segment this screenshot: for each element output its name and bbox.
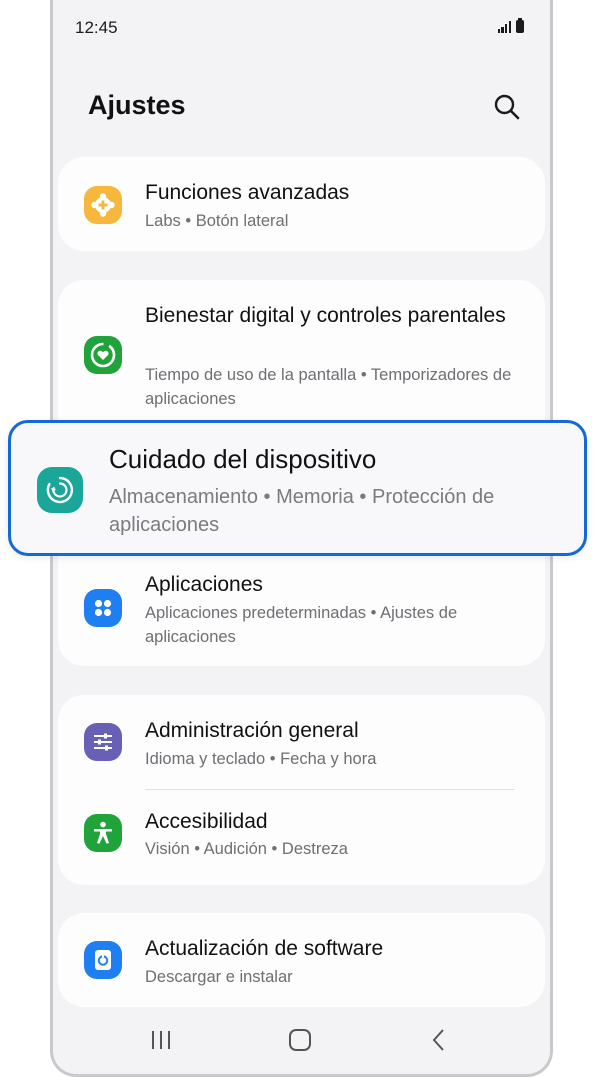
item-subtitle: Aplicaciones predeterminadas • Ajustes d… bbox=[145, 604, 458, 646]
accessibility-icon bbox=[84, 814, 122, 852]
item-title: Aplicaciones bbox=[145, 573, 263, 596]
item-subtitle: Visión • Audición • Destreza bbox=[145, 840, 348, 858]
home-icon bbox=[289, 1029, 311, 1051]
item-subtitle: Descargar e instalar bbox=[145, 968, 293, 986]
item-title: Bienestar digital y controles parentales bbox=[145, 304, 506, 327]
page-title: Ajustes bbox=[88, 90, 186, 120]
search-icon bbox=[494, 94, 520, 120]
item-title: Funciones avanzadas bbox=[145, 181, 350, 204]
item-title: Cuidado del dispositivo bbox=[109, 444, 377, 474]
signal-icon bbox=[497, 21, 511, 33]
digital-wellbeing-icon bbox=[84, 336, 122, 374]
list-item-device-care[interactable]: Cuidado del dispositivo Almacenamiento •… bbox=[8, 420, 587, 556]
item-title: Administración general bbox=[145, 719, 359, 742]
recents-button[interactable] bbox=[142, 1020, 182, 1060]
list-item-digital-wellbeing[interactable]: Bienestar digital y controles parentales… bbox=[58, 280, 545, 420]
home-button[interactable] bbox=[280, 1020, 320, 1060]
apps-icon bbox=[84, 589, 122, 627]
navigation-bar bbox=[53, 1020, 550, 1060]
list-item-general-management[interactable]: Administración general Idioma y teclado … bbox=[58, 695, 545, 790]
system-icons bbox=[497, 18, 524, 33]
item-subtitle: Idioma y teclado • Fecha y hora bbox=[145, 750, 377, 768]
item-title: Accesibilidad bbox=[145, 810, 268, 833]
list-item-apps[interactable]: Aplicaciones Aplicaciones predeterminada… bbox=[58, 564, 545, 664]
item-subtitle: Almacenamiento • Memoria • Protección de… bbox=[109, 486, 495, 536]
list-item-software-update[interactable]: Actualización de software Descargar e in… bbox=[58, 913, 545, 1007]
item-subtitle: Tiempo de uso de la pantalla • Temporiza… bbox=[145, 366, 512, 408]
settings-card-general: Administración general Idioma y teclado … bbox=[58, 695, 545, 885]
battery-icon bbox=[516, 18, 524, 33]
list-item-accessibility[interactable]: Accesibilidad Visión • Audición • Destre… bbox=[58, 790, 545, 885]
search-button[interactable] bbox=[492, 92, 522, 122]
item-subtitle: Labs • Botón lateral bbox=[145, 212, 289, 230]
list-item-advanced-features[interactable]: Funciones avanzadas Labs • Botón lateral bbox=[58, 157, 545, 251]
general-management-icon bbox=[84, 723, 122, 761]
item-title: Actualización de software bbox=[145, 937, 384, 960]
recents-icon bbox=[152, 1031, 170, 1049]
advanced-features-icon bbox=[84, 186, 122, 224]
status-bar: 12:45 bbox=[53, 16, 550, 40]
settings-card-advanced: Funciones avanzadas Labs • Botón lateral bbox=[58, 157, 545, 251]
back-button[interactable] bbox=[419, 1020, 459, 1060]
settings-card-update: Actualización de software Descargar e in… bbox=[58, 913, 545, 1007]
status-time: 12:45 bbox=[75, 18, 118, 37]
back-icon bbox=[432, 1029, 444, 1051]
device-care-icon bbox=[37, 467, 83, 513]
software-update-icon bbox=[84, 941, 122, 979]
